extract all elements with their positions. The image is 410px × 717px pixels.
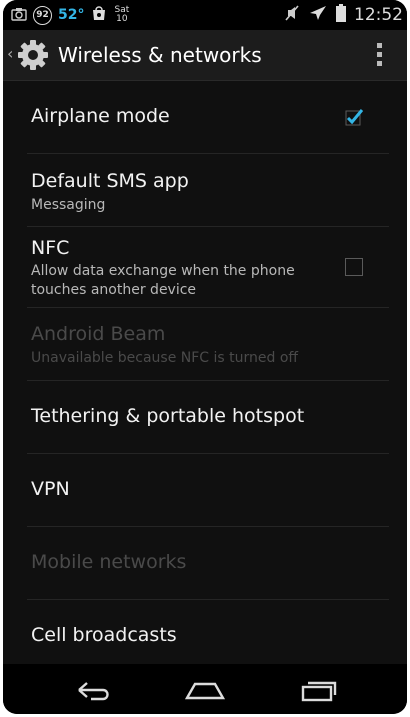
checkbox-checked[interactable] (345, 107, 364, 126)
setting-title: Tethering & portable hotspot (31, 405, 305, 427)
camera-icon (11, 6, 27, 25)
page-title: Wireless & networks (58, 43, 262, 67)
checkbox-unchecked[interactable] (345, 258, 363, 276)
temperature-text: 52° (58, 7, 85, 23)
setting-airplane-mode[interactable]: Airplane mode (3, 81, 407, 153)
setting-title: VPN (31, 478, 70, 500)
navigation-bar (3, 664, 407, 714)
status-bar-left: 92 52° Sat 10 (11, 4, 129, 26)
setting-title: Airplane mode (31, 105, 170, 127)
phone-screen: 92 52° Sat 10 12:52 ‹ Wireless & network… (3, 0, 407, 714)
recents-icon[interactable] (299, 678, 339, 706)
overflow-menu-icon[interactable] (377, 42, 383, 68)
status-bar-right: 12:52 (284, 4, 403, 26)
setting-tethering-hotspot[interactable]: Tethering & portable hotspot (3, 381, 407, 453)
date-display: Sat 10 (114, 6, 129, 24)
setting-title: Cell broadcasts (31, 624, 177, 646)
setting-summary: Messaging (31, 197, 106, 213)
setting-title: Mobile networks (31, 551, 187, 573)
home-icon[interactable] (183, 678, 227, 706)
back-icon[interactable] (73, 678, 113, 706)
setting-title: NFC (31, 237, 70, 259)
airplane-icon (308, 4, 328, 26)
setting-android-beam: Android Beam Unavailable because NFC is … (3, 308, 407, 380)
setting-default-sms-app[interactable]: Default SMS app Messaging (3, 154, 407, 226)
action-bar: ‹ Wireless & networks (3, 30, 407, 81)
circle-92-icon: 92 (33, 5, 52, 25)
status-bar: 92 52° Sat 10 12:52 (3, 0, 407, 30)
setting-vpn[interactable]: VPN (3, 454, 407, 526)
muted-icon (284, 4, 300, 26)
gear-icon[interactable] (17, 39, 49, 71)
weather-bag-icon (90, 4, 108, 26)
chevron-left-icon[interactable]: ‹ (7, 44, 13, 63)
battery-icon (336, 4, 346, 26)
setting-title: Default SMS app (31, 170, 189, 192)
settings-list: Airplane mode Default SMS app Messaging … (3, 81, 407, 664)
setting-summary: Unavailable because NFC is turned off (31, 350, 299, 366)
setting-title: Android Beam (31, 323, 166, 345)
setting-summary: Allow data exchange when the phone touch… (31, 263, 295, 298)
clock-time: 12:52 (354, 5, 403, 25)
setting-nfc[interactable]: NFC Allow data exchange when the phone t… (3, 227, 407, 307)
setting-cell-broadcasts[interactable]: Cell broadcasts (3, 600, 407, 664)
setting-mobile-networks: Mobile networks (3, 527, 407, 599)
date-number: 10 (116, 14, 128, 24)
